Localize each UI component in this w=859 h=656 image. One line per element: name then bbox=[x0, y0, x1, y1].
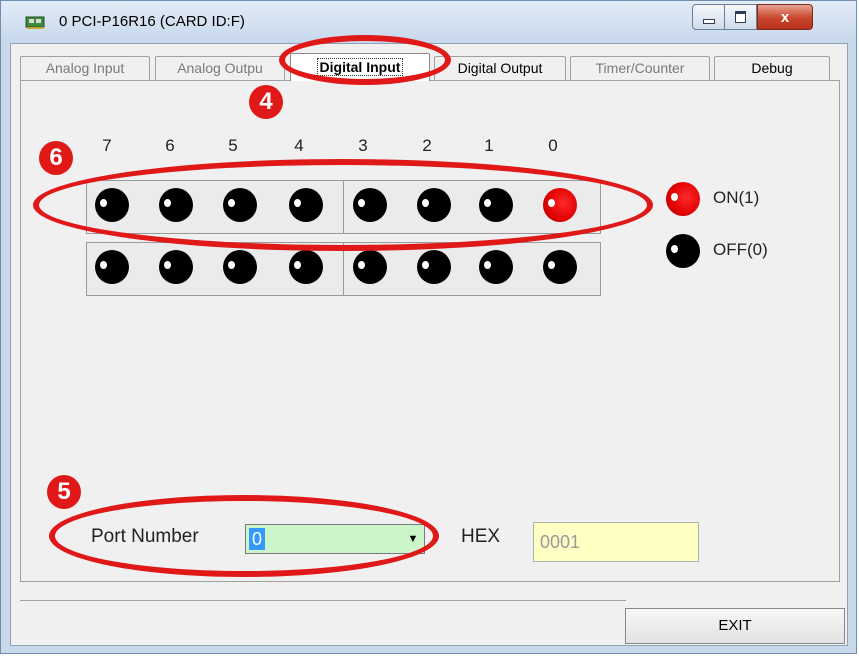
tab-label: Debug bbox=[751, 60, 793, 76]
led-indicator-2-bit-1 bbox=[479, 250, 513, 284]
bit-label: 6 bbox=[165, 136, 175, 155]
status-area bbox=[20, 600, 626, 645]
maximize-icon bbox=[735, 11, 746, 23]
led-indicator-2-bit-3 bbox=[353, 250, 387, 284]
bit-label: 1 bbox=[484, 136, 494, 155]
tab-analog-output[interactable]: Analog Outpu bbox=[155, 56, 285, 80]
bit-label: 2 bbox=[422, 136, 432, 155]
app-window: 0 PCI-P16R16 (CARD ID:F) x Analog Input … bbox=[0, 0, 857, 654]
led-indicator-2-bit-2 bbox=[417, 250, 451, 284]
annotation-badge-4: 4 bbox=[249, 85, 283, 119]
window-title: 0 PCI-P16R16 (CARD ID:F) bbox=[59, 13, 245, 30]
bit-label: 4 bbox=[294, 136, 304, 155]
annotation-ellipse-port bbox=[49, 495, 439, 577]
led-indicator-2-bit-4 bbox=[289, 250, 323, 284]
tab-digital-output[interactable]: Digital Output bbox=[434, 56, 566, 80]
annotation-badge-6: 6 bbox=[39, 141, 73, 175]
tab-label: Analog Input bbox=[45, 60, 125, 76]
card-icon bbox=[25, 16, 45, 29]
close-button[interactable]: x bbox=[757, 4, 813, 30]
tab-label: Digital Output bbox=[457, 60, 543, 76]
hex-label: HEX bbox=[461, 526, 501, 547]
exit-label: EXIT bbox=[718, 617, 752, 634]
title-bar[interactable]: 0 PCI-P16R16 (CARD ID:F) x bbox=[1, 1, 856, 43]
annotation-badge-5: 5 bbox=[47, 475, 81, 509]
led-indicator-2-bit-0 bbox=[543, 250, 577, 284]
legend-off-label: OFF(0) bbox=[713, 240, 768, 259]
annotation-ellipse-tab bbox=[279, 35, 451, 85]
bit-label: 0 bbox=[548, 136, 558, 155]
legend-on-label: ON(1) bbox=[713, 188, 760, 207]
minimize-button[interactable] bbox=[692, 4, 725, 30]
minimize-icon bbox=[702, 18, 715, 24]
led-indicator-2-bit-5 bbox=[223, 250, 257, 284]
bit-label: 5 bbox=[228, 136, 238, 155]
led-indicator-2-bit-6 bbox=[159, 250, 193, 284]
legend-on-led-icon bbox=[666, 182, 700, 216]
tab-analog-input[interactable]: Analog Input bbox=[20, 56, 150, 80]
bit-label: 7 bbox=[102, 136, 112, 155]
led-indicator-2-bit-7 bbox=[95, 250, 129, 284]
close-icon: x bbox=[780, 8, 790, 26]
tab-timer-counter[interactable]: Timer/Counter bbox=[570, 56, 710, 80]
exit-button[interactable]: EXIT bbox=[625, 608, 845, 644]
tab-label: Timer/Counter bbox=[595, 60, 685, 76]
tab-label: Analog Outpu bbox=[177, 60, 263, 76]
maximize-button[interactable] bbox=[724, 4, 757, 30]
bit-label: 3 bbox=[358, 136, 368, 155]
legend-off-led-icon bbox=[666, 234, 700, 268]
hex-value-field: 0001 bbox=[533, 522, 699, 562]
annotation-ellipse-leds bbox=[33, 159, 653, 251]
tab-debug[interactable]: Debug bbox=[714, 56, 830, 80]
